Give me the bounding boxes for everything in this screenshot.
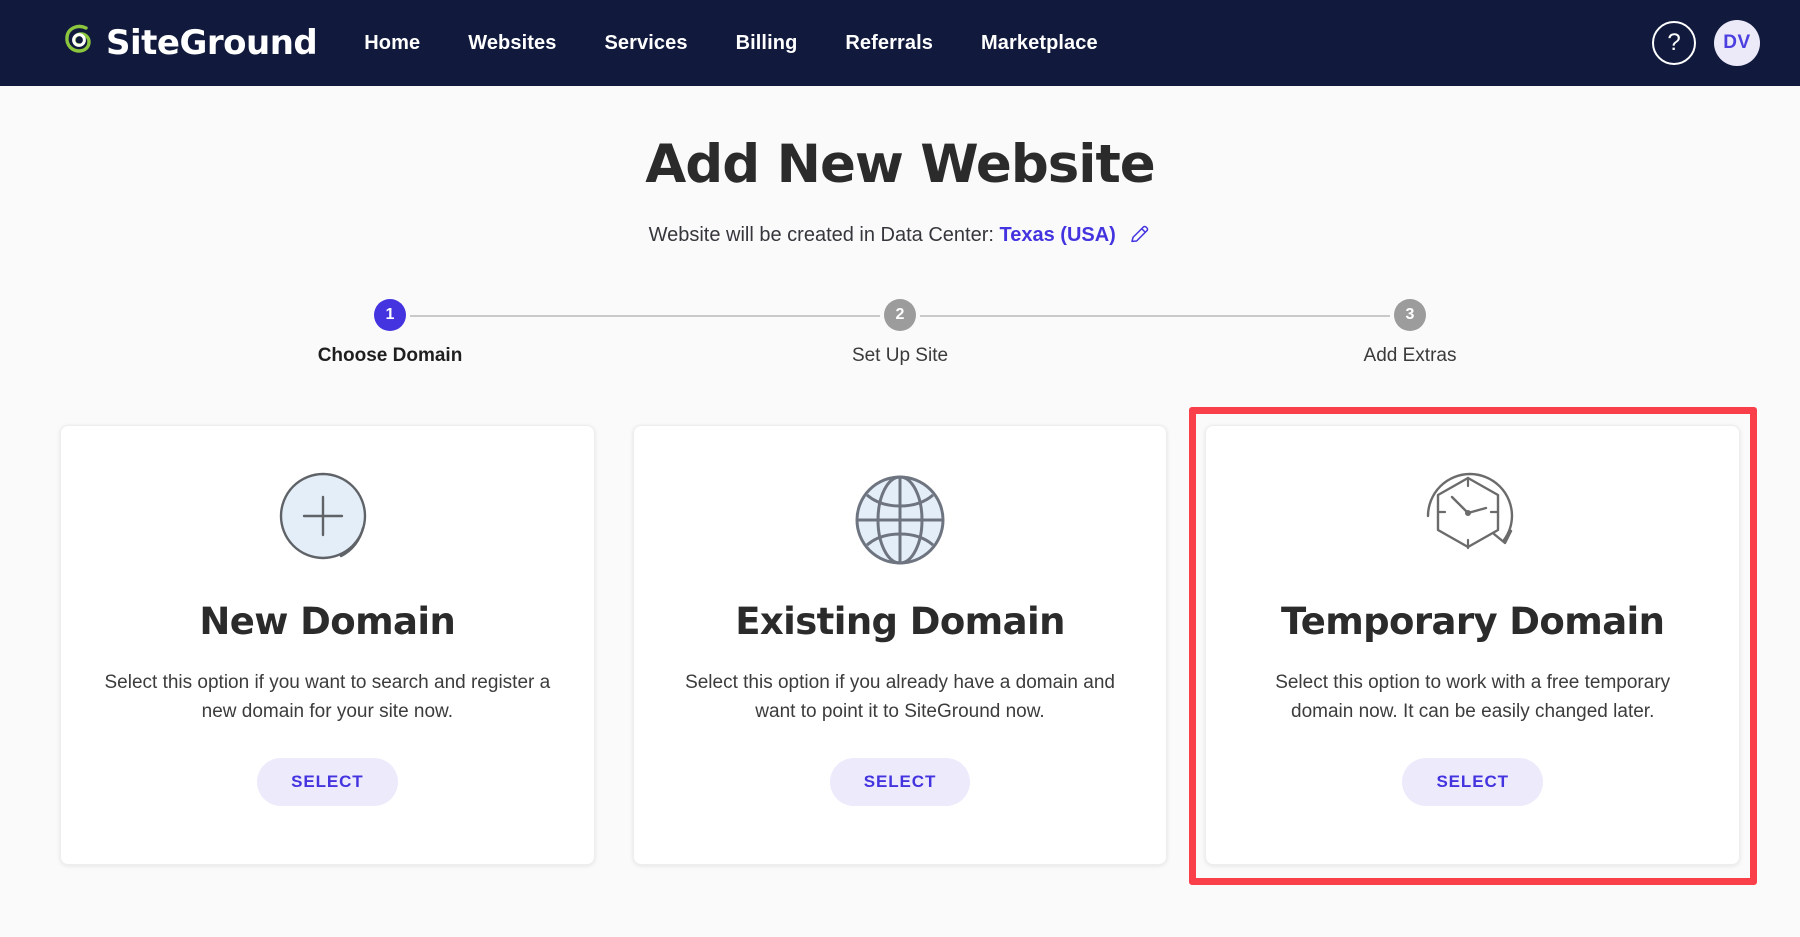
stepper-step-choose-domain[interactable]: 1 Choose Domain [290,299,490,367]
temporary-domain-card[interactable]: Temporary Domain Select this option to w… [1205,425,1741,865]
globe-icon [846,462,954,578]
nav-link-referrals[interactable]: Referrals [845,32,933,55]
nav-link-services[interactable]: Services [604,32,687,55]
new-domain-card[interactable]: New Domain Select this option if you wan… [60,425,595,865]
temporary-domain-select-button[interactable]: SELECT [1402,758,1543,806]
data-center-line: Website will be created in Data Center: … [0,223,1800,251]
data-center-value[interactable]: Texas (USA) [1000,224,1116,246]
siteground-swirl-icon [62,21,102,65]
siteground-logo[interactable]: SiteGround [62,21,318,65]
page-content: Add New Website Website will be created … [0,86,1800,937]
domain-option-cards: New Domain Select this option if you wan… [60,407,1757,885]
new-domain-select-button[interactable]: SELECT [257,758,398,806]
stepper-step-add-extras[interactable]: 3 Add Extras [1310,299,1510,367]
nav-link-marketplace[interactable]: Marketplace [981,32,1098,55]
siteground-logo-text: SiteGround [106,23,318,63]
step-label-3: Add Extras [1363,345,1457,366]
avatar[interactable]: DV [1714,20,1760,66]
top-navigation-bar: SiteGround Home Websites Services Billin… [0,0,1800,86]
step-label-2: Set Up Site [851,345,949,366]
page-title: Add New Website [645,134,1156,195]
new-domain-description: Select this option if you want to search… [104,672,551,722]
step-label-1: Choose Domain [317,345,463,366]
temporary-domain-description: Select this option to work with a free t… [1275,672,1671,722]
progress-stepper: 1 Choose Domain 2 Set Up Site 3 Add Extr… [290,299,1510,367]
nav-link-websites[interactable]: Websites [468,32,556,55]
temporary-clock-icon [1414,462,1532,578]
nav-link-home[interactable]: Home [364,32,420,55]
navbar-actions: ? DV [1652,20,1760,66]
new-domain-title: New Domain [199,600,456,643]
stepper-step-set-up-site[interactable]: 2 Set Up Site [800,299,1000,367]
plus-circle-icon [271,462,383,578]
existing-domain-title: Existing Domain [735,600,1065,643]
existing-domain-description: Select this option if you already have a… [685,672,1115,722]
existing-domain-select-button[interactable]: SELECT [829,758,971,806]
step-number-1: 1 [374,299,406,331]
pencil-icon[interactable] [1129,223,1151,251]
step-number-3: 3 [1394,299,1426,331]
temporary-domain-title: Temporary Domain [1280,600,1665,643]
primary-nav-links: Home Websites Services Billing Referrals… [364,32,1097,55]
step-number-2: 2 [884,299,916,331]
data-center-label: Website will be created in Data Center: [648,224,994,246]
existing-domain-card[interactable]: Existing Domain Select this option if yo… [632,425,1168,865]
nav-link-billing[interactable]: Billing [736,32,798,55]
question-mark-circle-icon[interactable]: ? [1652,21,1696,65]
